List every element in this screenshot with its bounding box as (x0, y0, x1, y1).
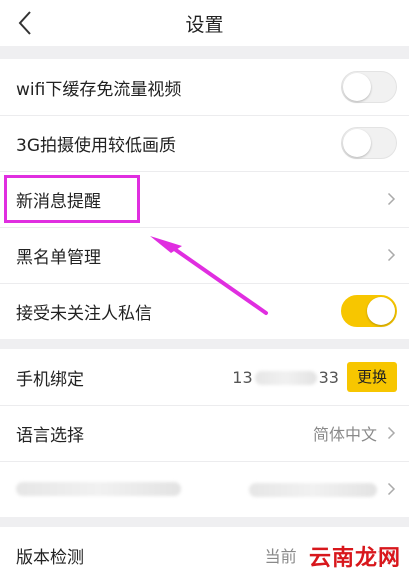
new-message-label: 新消息提醒 (16, 191, 101, 212)
chevron-right-icon (385, 481, 397, 497)
phone-number: 13 33 (232, 367, 339, 387)
change-phone-button[interactable]: 更换 (346, 362, 397, 392)
low-quality-3g-toggle[interactable] (341, 127, 397, 159)
low-quality-3g-label: 3G拍摄使用较低画质 (16, 135, 176, 156)
row-wifi-cache: wifi下缓存免流量视频 (0, 59, 409, 115)
blacklist-label: 黑名单管理 (16, 247, 101, 268)
chevron-left-icon (18, 11, 31, 35)
row-obscured-setting[interactable] (0, 461, 409, 517)
accept-dm-label: 接受未关注人私信 (16, 303, 152, 324)
obscured-value (249, 480, 377, 499)
chevron-right-icon (385, 425, 397, 441)
settings-group-account: 手机绑定 13 33 更换 语言选择 简体中文 (0, 349, 409, 517)
language-value: 简体中文 (312, 425, 377, 444)
wifi-cache-label: wifi下缓存免流量视频 (16, 79, 182, 100)
chevron-right-icon (385, 247, 397, 263)
row-accept-dm: 接受未关注人私信 (0, 283, 409, 339)
wifi-cache-toggle[interactable] (341, 71, 397, 103)
toggle-knob (367, 297, 395, 325)
version-check-label: 版本检测 (16, 547, 84, 568)
row-low-quality-3g: 3G拍摄使用较低画质 (0, 115, 409, 171)
settings-group-general: wifi下缓存免流量视频 3G拍摄使用较低画质 新消息提醒 黑名单管理 接受未关… (0, 59, 409, 339)
watermark-logo: 云南龙网 (308, 545, 401, 571)
row-language[interactable]: 语言选择 简体中文 (0, 405, 409, 461)
top-bar: 设置 (0, 0, 409, 46)
toggle-knob (343, 129, 371, 157)
back-button[interactable] (8, 6, 42, 40)
toggle-knob (343, 73, 371, 101)
chevron-right-icon (385, 191, 397, 207)
language-label: 语言选择 (16, 425, 84, 446)
page-title: 设置 (185, 13, 224, 36)
row-new-message[interactable]: 新消息提醒 (0, 171, 409, 227)
phone-binding-label: 手机绑定 (16, 369, 84, 390)
obscured-label (16, 479, 249, 499)
row-phone-binding: 手机绑定 13 33 更换 (0, 349, 409, 405)
row-blacklist[interactable]: 黑名单管理 (0, 227, 409, 283)
accept-dm-toggle[interactable] (341, 295, 397, 327)
